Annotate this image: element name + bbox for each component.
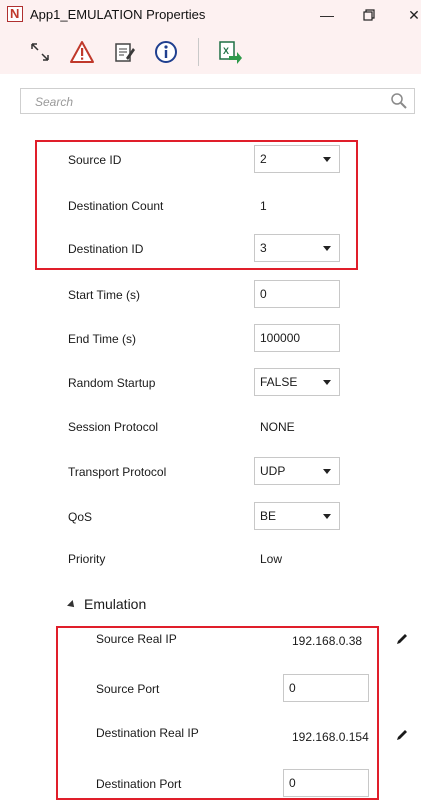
toolbar-separator bbox=[198, 38, 199, 66]
random-startup-value: FALSE bbox=[260, 375, 298, 389]
pencil-icon bbox=[397, 730, 407, 740]
chevron-down-icon bbox=[323, 469, 331, 474]
info-icon bbox=[155, 41, 177, 63]
end-time-value: 100000 bbox=[260, 331, 301, 345]
label-source-real-ip: Source Real IP bbox=[96, 632, 177, 646]
collapse-triangle-icon bbox=[67, 600, 77, 611]
excel-export-icon: X bbox=[219, 41, 242, 64]
label-destination-port: Destination Port bbox=[96, 777, 182, 791]
priority-value: Low bbox=[260, 552, 283, 566]
minimize-button[interactable]: — bbox=[313, 3, 341, 27]
source-id-dropdown[interactable]: 2 bbox=[254, 145, 340, 173]
warning-button[interactable] bbox=[66, 36, 98, 68]
source-id-value: 2 bbox=[260, 152, 267, 166]
search-icon bbox=[391, 93, 407, 109]
app-logo-icon: N bbox=[7, 6, 23, 22]
resize-arrows-icon bbox=[31, 43, 49, 61]
search-input[interactable] bbox=[33, 90, 377, 114]
transport-protocol-dropdown[interactable]: UDP bbox=[254, 457, 340, 485]
destination-id-dropdown[interactable]: 3 bbox=[254, 234, 340, 262]
label-priority: Priority bbox=[68, 552, 106, 566]
restore-icon bbox=[363, 9, 375, 21]
search-box bbox=[20, 88, 415, 114]
label-qos: QoS bbox=[68, 510, 93, 524]
label-destination-real-ip: Destination Real IP bbox=[96, 726, 199, 740]
restore-button[interactable] bbox=[355, 3, 383, 27]
destination-port-value: 0 bbox=[289, 776, 296, 790]
label-destination-count: Destination Count bbox=[68, 199, 164, 213]
chevron-down-icon bbox=[323, 157, 331, 162]
edit-document-button[interactable] bbox=[108, 36, 140, 68]
label-end-time: End Time (s) bbox=[68, 332, 137, 346]
toolbar: X bbox=[0, 30, 421, 74]
edit-source-real-ip-button[interactable] bbox=[395, 632, 409, 651]
label-start-time: Start Time (s) bbox=[68, 288, 141, 302]
edit-document-icon bbox=[115, 43, 135, 62]
source-port-input[interactable]: 0 bbox=[283, 674, 369, 702]
chevron-down-icon bbox=[323, 246, 331, 251]
qos-dropdown[interactable]: BE bbox=[254, 502, 340, 530]
pencil-icon bbox=[397, 634, 407, 644]
transport-protocol-value: UDP bbox=[260, 464, 286, 478]
destination-id-value: 3 bbox=[260, 241, 267, 255]
destination-port-input[interactable]: 0 bbox=[283, 769, 369, 797]
source-real-ip-value: 192.168.0.38 bbox=[292, 634, 363, 648]
label-destination-id: Destination ID bbox=[68, 242, 144, 256]
resize-button[interactable] bbox=[24, 36, 56, 68]
warning-icon bbox=[70, 41, 94, 63]
source-port-value: 0 bbox=[289, 681, 296, 695]
export-excel-button[interactable]: X bbox=[214, 36, 246, 68]
svg-text:X: X bbox=[223, 46, 229, 56]
label-source-id: Source ID bbox=[68, 153, 122, 167]
title-bar: N App1_EMULATION Properties — ✕ bbox=[0, 0, 421, 30]
qos-value: BE bbox=[260, 509, 277, 523]
destination-count-value: 1 bbox=[260, 199, 267, 213]
edit-destination-real-ip-button[interactable] bbox=[395, 728, 409, 747]
close-button[interactable]: ✕ bbox=[400, 3, 421, 27]
info-button[interactable] bbox=[150, 36, 182, 68]
window-title: App1_EMULATION Properties bbox=[30, 7, 206, 22]
label-transport-protocol: Transport Protocol bbox=[68, 465, 167, 479]
start-time-value: 0 bbox=[260, 287, 267, 301]
emulation-section-label: Emulation bbox=[84, 596, 147, 612]
session-protocol-value: NONE bbox=[260, 420, 295, 434]
random-startup-dropdown[interactable]: FALSE bbox=[254, 368, 340, 396]
chevron-down-icon bbox=[323, 380, 331, 385]
end-time-input[interactable]: 100000 bbox=[254, 324, 340, 352]
destination-real-ip-value: 192.168.0.154 bbox=[292, 730, 369, 744]
search-button[interactable] bbox=[390, 92, 408, 115]
emulation-section-header[interactable]: Emulation bbox=[67, 596, 147, 612]
start-time-input[interactable]: 0 bbox=[254, 280, 340, 308]
label-source-port: Source Port bbox=[96, 682, 160, 696]
chevron-down-icon bbox=[323, 514, 331, 519]
label-random-startup: Random Startup bbox=[68, 376, 156, 390]
label-session-protocol: Session Protocol bbox=[68, 420, 159, 434]
